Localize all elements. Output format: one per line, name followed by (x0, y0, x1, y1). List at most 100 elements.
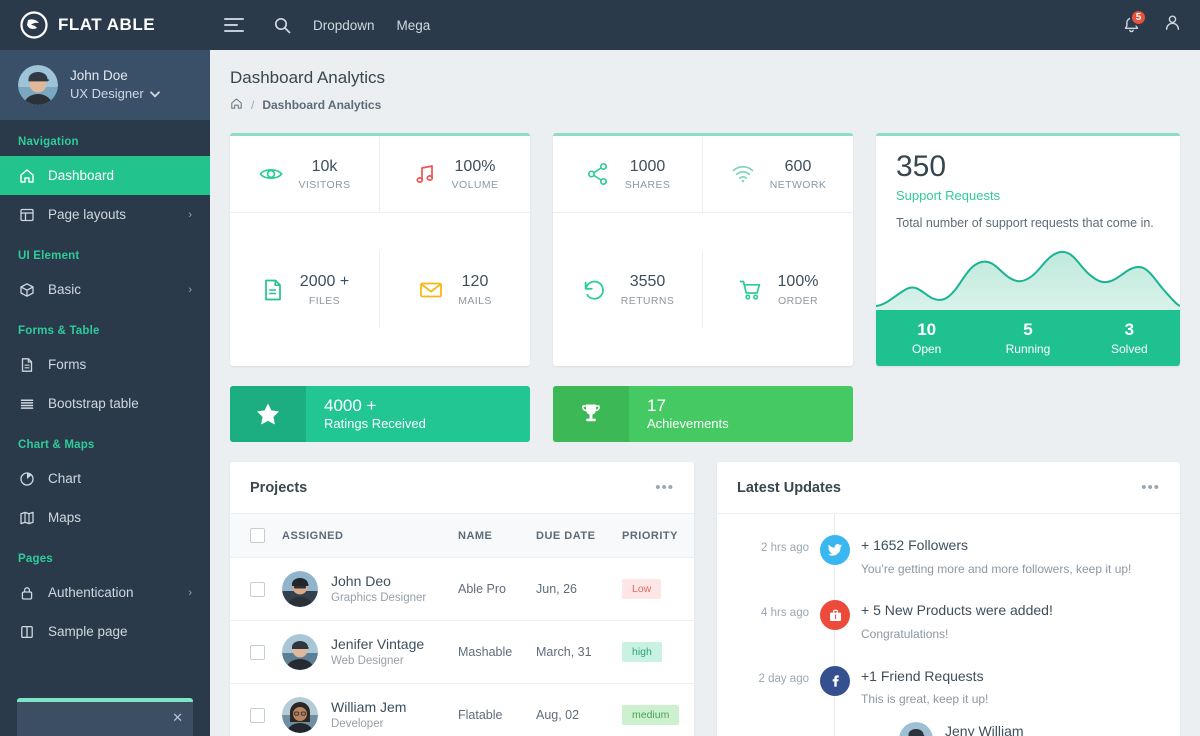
user-icon[interactable] (1163, 13, 1182, 37)
profile-name: John Doe (70, 68, 128, 84)
row-checkbox[interactable] (250, 644, 265, 660)
support-running-value: 5 (1023, 320, 1033, 340)
page-icon (18, 623, 35, 640)
update-person[interactable]: Jeny William Graphic Designer (861, 722, 1160, 736)
sidebar-label-page-layouts: Page layouts (48, 207, 127, 222)
brand-title: FLAT ABLE (58, 15, 156, 34)
stat-order-label: ORDER (778, 294, 818, 307)
row-person: Jenifer Vintage Web Designer (331, 635, 424, 669)
row-person: William Jem Developer (331, 698, 406, 732)
row-person-name: William Jem (331, 698, 407, 715)
brand-zone[interactable]: FLAT ABLE (0, 0, 210, 50)
sidebar-caption-forms-table: Forms & Table (18, 325, 100, 337)
row-person-role: Developer (331, 717, 384, 730)
more-options-icon[interactable]: ••• (655, 479, 674, 496)
update-title: + 5 New Products were added! (861, 602, 1053, 619)
cube-icon (18, 281, 35, 298)
achievements-banner[interactable]: 17 Achievements (553, 386, 853, 442)
projects-header: Projects ••• (230, 462, 694, 514)
sidebar-item-chart[interactable]: Chart (0, 459, 210, 498)
row-person-name: Jenifer Vintage (331, 635, 425, 652)
updates-timeline: 2 hrs ago + 1652 Followers You’re gettin… (717, 514, 1180, 736)
support-requests-card: 350 Support Requests Total number of sup… (876, 133, 1180, 366)
sidebar-item-sample-page[interactable]: Sample page (0, 612, 210, 651)
breadcrumb-current[interactable]: Dashboard Analytics (262, 98, 381, 112)
column-priority: PRIORITY (614, 514, 694, 558)
dashboard-app: FLAT ABLE Dropdown Mega 5 John Doe UX De… (0, 0, 1200, 736)
file-icon (260, 277, 286, 303)
document-icon (18, 356, 35, 373)
stats-card-group-2: 1000 SHARES 600 NETWORK 3550 RETURNS 100… (553, 133, 853, 366)
stat-network-label: NETWORK (769, 179, 827, 192)
search-icon[interactable] (274, 17, 291, 34)
update-body: +1 Friend Requests This is great, keep i… (861, 661, 1160, 736)
list-item[interactable]: 4 hrs ago + 5 New Products were added! C… (737, 595, 1160, 660)
refresh-icon (581, 277, 607, 303)
stat-network-value: 600 (784, 157, 812, 175)
row-checkbox[interactable] (250, 581, 265, 597)
support-open-value: 10 (917, 320, 937, 340)
list-item[interactable]: 2 day ago +1 Friend Requests This is gre… (737, 661, 1160, 736)
row-checkbox[interactable] (250, 707, 265, 723)
sidebar-item-page-layouts[interactable]: Page layouts › (0, 195, 210, 234)
sidebar-item-forms[interactable]: Forms (0, 345, 210, 384)
nav-dropdown[interactable]: Dropdown (313, 18, 375, 33)
sidebar-profile[interactable]: John Doe UX Designer (0, 50, 210, 120)
sidebar-item-authentication[interactable]: Authentication › (0, 573, 210, 612)
hamburger-icon[interactable] (224, 18, 244, 32)
top-bar: FLAT ABLE Dropdown Mega 5 (0, 0, 1200, 50)
row-due-date: Jun, 26 (528, 557, 614, 621)
envelope-icon (418, 277, 444, 303)
ratings-banner[interactable]: 4000 + Ratings Received (230, 386, 530, 442)
sidebar-label-maps: Maps (48, 510, 82, 525)
chevron-down-icon (149, 90, 160, 98)
sidebar-item-dashboard[interactable]: Dashboard (0, 156, 210, 195)
row-select-cell (230, 683, 274, 736)
breadcrumb-home-icon[interactable] (230, 97, 243, 113)
support-open: 10 Open (876, 320, 977, 355)
sidebar-caption-ui-element: UI Element (18, 250, 80, 262)
table-row[interactable]: John Deo Graphics Designer Able Pro Jun,… (230, 557, 694, 621)
stat-files-value: 2000 + (299, 273, 350, 291)
home-icon (18, 167, 35, 184)
row-assigned-cell: John Deo Graphics Designer (274, 557, 450, 621)
update-title: +1 Friend Requests (861, 667, 984, 684)
share-icon (585, 161, 611, 187)
stat-files-label: FILES (308, 294, 341, 307)
table-row[interactable]: William Jem Developer Flatable Aug, 02 m… (230, 683, 694, 736)
stat-order: 100% ORDER (703, 251, 853, 328)
stat-files: 2000 + FILES (230, 251, 380, 328)
nav-mega[interactable]: Mega (397, 18, 431, 33)
row-due-date: March, 31 (528, 620, 614, 684)
row-assigned-cell: Jenifer Vintage Web Designer (274, 620, 450, 684)
close-icon[interactable]: ✕ (172, 710, 183, 736)
status-badge: Low (622, 579, 662, 599)
update-icon-wrap (809, 661, 861, 736)
sidebar-item-basic[interactable]: Basic › (0, 270, 210, 309)
list-item[interactable]: 2 hrs ago + 1652 Followers You’re gettin… (737, 530, 1160, 595)
projects-panel: Projects ••• ASSIGNED NAME DUE DATE PRIO… (230, 462, 694, 736)
stat-returns: 3550 RETURNS (553, 251, 703, 328)
update-body: + 5 New Products were added! Congratulat… (861, 595, 1160, 642)
stat-mails-label: MAILS (458, 294, 492, 307)
top-bar-controls: Dropdown Mega 5 (210, 0, 1200, 50)
notifications-button[interactable]: 5 (1122, 8, 1147, 35)
table-row[interactable]: Jenifer Vintage Web Designer Mashable Ma… (230, 620, 694, 684)
row-select-cell (230, 557, 274, 621)
update-time: 4 hrs ago (761, 607, 809, 620)
more-options-icon[interactable]: ••• (1141, 479, 1160, 496)
pie-chart-icon (18, 470, 35, 487)
support-header: 350 Support Requests Total number of sup… (876, 136, 1180, 231)
sidebar-item-maps[interactable]: Maps (0, 498, 210, 537)
update-person-text: Jeny William Graphic Designer (945, 722, 1034, 736)
row-project-name: Mashable (450, 620, 528, 684)
sidebar-item-bootstrap-table[interactable]: Bootstrap table (0, 384, 210, 423)
sidebar-label-basic: Basic (48, 282, 82, 297)
sidebar-label-bootstrap-table: Bootstrap table (48, 396, 139, 411)
select-all-checkbox[interactable] (250, 528, 265, 543)
update-body: + 1652 Followers You’re getting more and… (861, 530, 1160, 577)
notification-badge: 5 (1130, 8, 1147, 26)
chevron-right-icon: › (188, 283, 192, 296)
stat-visitors: 10k VISITORS (230, 136, 380, 213)
profile-role[interactable]: UX Designer (70, 85, 160, 103)
